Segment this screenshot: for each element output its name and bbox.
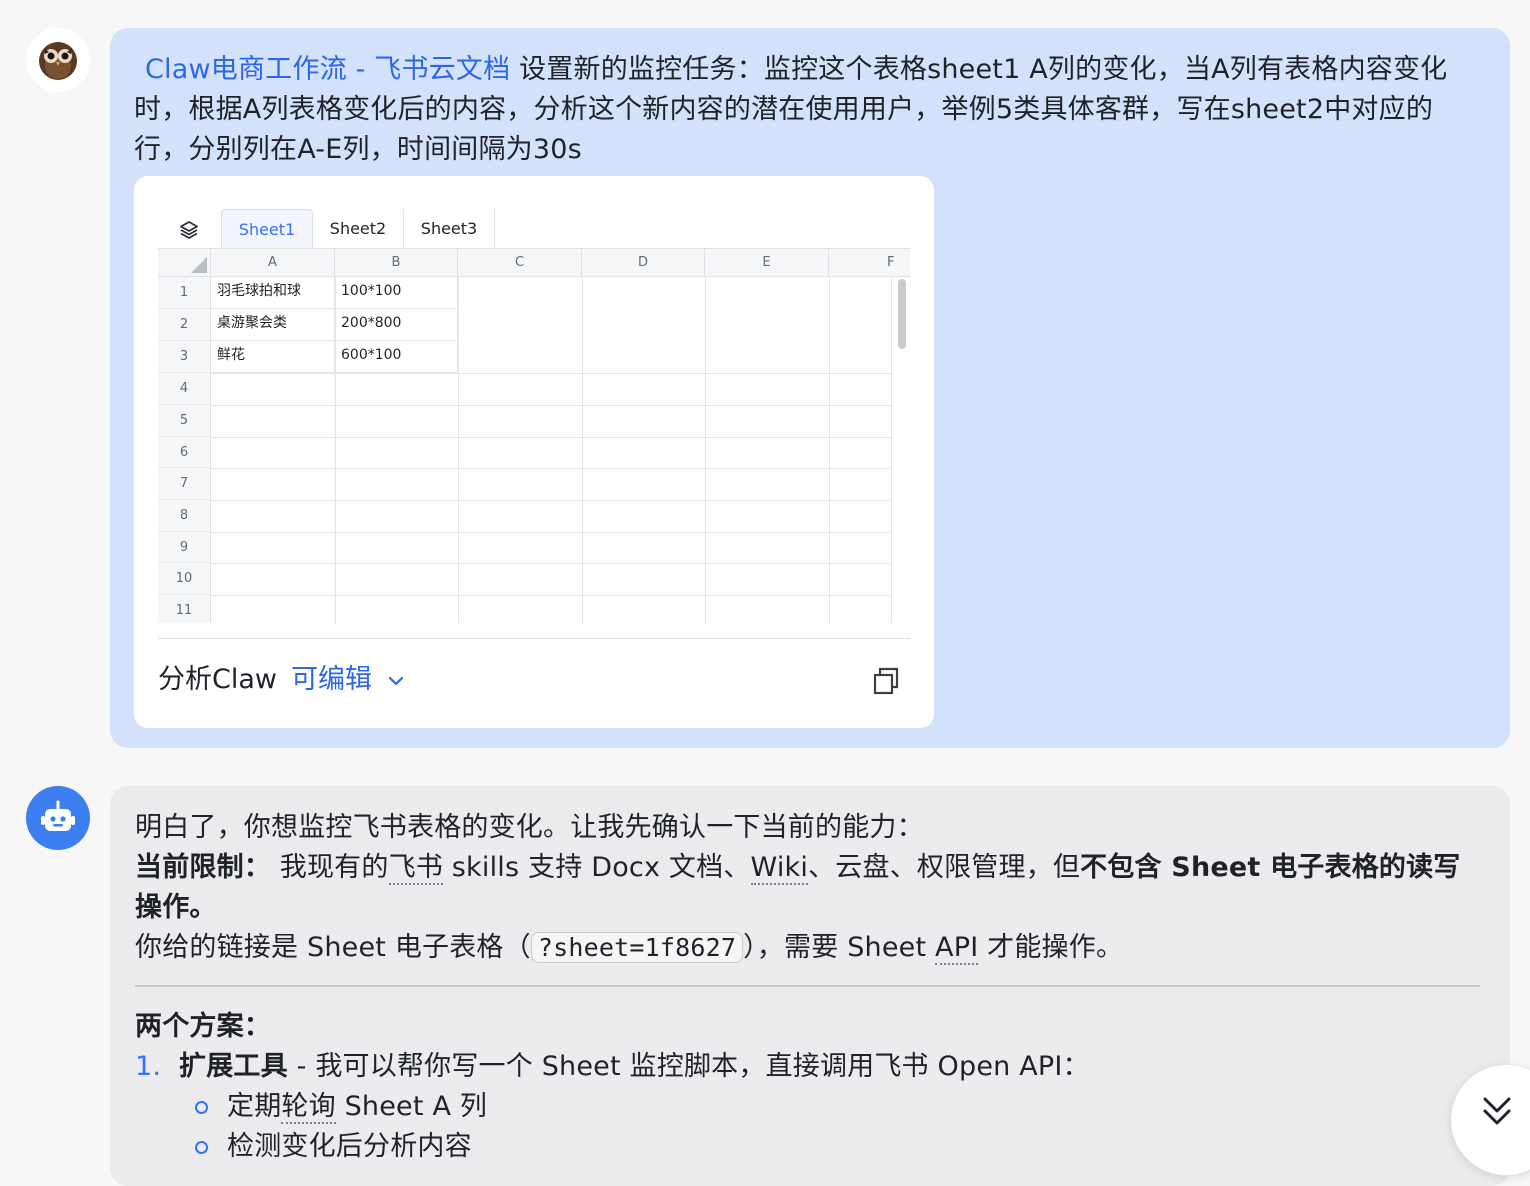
- row-header[interactable]: 2: [158, 309, 211, 341]
- user-avatar[interactable]: [26, 28, 90, 92]
- sub-text: Sheet A 列: [335, 1091, 488, 1122]
- column-header-f[interactable]: F: [829, 249, 910, 277]
- permission-dropdown[interactable]: 可编辑: [291, 664, 405, 695]
- limit-text: 。: [189, 892, 217, 923]
- bot-limit-paragraph: 当前限制： 我现有的飞书 skills 支持 Docx 文档、Wiki、云盘、权…: [135, 848, 1480, 928]
- column-header-b[interactable]: B: [335, 249, 458, 277]
- row-header[interactable]: 1: [158, 277, 211, 309]
- term-api[interactable]: API: [935, 932, 979, 965]
- column-header-c[interactable]: C: [458, 249, 582, 277]
- plan-text: - 我可以帮你写一个 Sheet 监控脚本，直接调用飞书 Open API：: [287, 1051, 1090, 1082]
- term-wiki[interactable]: Wiki: [750, 852, 809, 885]
- tab-sheet3[interactable]: Sheet3: [404, 209, 495, 249]
- link-text: ），需要 Sheet: [743, 932, 936, 963]
- corner-triangle-icon: [191, 257, 207, 273]
- row-header[interactable]: 11: [158, 595, 211, 623]
- plan-item-1: 1. 扩展工具 - 我可以帮你写一个 Sheet 监控脚本，直接调用飞书 Open…: [135, 1047, 1480, 1087]
- card-footer: 分析Claw 可编辑: [158, 662, 405, 698]
- column-header-a[interactable]: A: [211, 249, 335, 277]
- sub-text: 检测变化后分析内容: [227, 1131, 472, 1162]
- row-header[interactable]: 4: [158, 373, 211, 405]
- list-number: 1.: [135, 1051, 162, 1082]
- row-header[interactable]: 7: [158, 468, 211, 500]
- cell-a1[interactable]: 羽毛球拍和球: [211, 277, 335, 309]
- column-header-d[interactable]: D: [582, 249, 705, 277]
- bot-link-paragraph: 你给的链接是 Sheet 电子表格（ ?sheet=1f8627 ），需要 Shee…: [135, 928, 1480, 968]
- inline-code: ?sheet=1f8627: [530, 932, 744, 963]
- sub-item-1: 定期轮询 Sheet A 列: [135, 1087, 1480, 1127]
- row-header[interactable]: 3: [158, 341, 211, 373]
- row-header[interactable]: 6: [158, 437, 211, 468]
- limit-label: 当前限制：: [135, 852, 271, 883]
- select-all-corner[interactable]: [158, 249, 211, 277]
- sub-text: 定期: [227, 1091, 282, 1122]
- tab-sheet1[interactable]: Sheet1: [221, 209, 313, 249]
- copy-icon[interactable]: [872, 666, 900, 696]
- bot-avatar[interactable]: [26, 786, 90, 850]
- permission-label: 可编辑: [290, 664, 372, 695]
- limit-text: 、云盘、权限管理，但: [808, 852, 1081, 883]
- sub-item-2: 检测变化后分析内容: [135, 1127, 1480, 1167]
- owl-avatar-icon: [39, 42, 77, 80]
- doc-title: 分析Claw: [158, 664, 277, 695]
- spreadsheet-grid: A B C D E F 1 2 3 4 5 6 7 8 9 10 11 羽毛球拍…: [158, 248, 910, 623]
- sheet-tabs: Sheet1 Sheet2 Sheet3: [158, 209, 910, 249]
- cell-a3[interactable]: 鲜花: [211, 341, 335, 373]
- plans-title: 两个方案：: [135, 1011, 271, 1042]
- user-message-text: Claw电商工作流 - 飞书云文档 设置新的监控任务：监控这个表格sheet1 …: [134, 50, 1484, 170]
- limit-text: skills 支持 Docx 文档、: [443, 852, 751, 883]
- doc-link[interactable]: Claw电商工作流 - 飞书云文档: [145, 54, 510, 85]
- cell-b3[interactable]: 600*100: [335, 341, 458, 373]
- card-divider: [158, 638, 910, 639]
- row-header[interactable]: 8: [158, 500, 211, 532]
- column-header-e[interactable]: E: [705, 249, 829, 277]
- cell-b2[interactable]: 200*800: [335, 309, 458, 341]
- bot-message-bubble: 明白了，你想监控飞书表格的变化。让我先确认一下当前的能力： 当前限制： 我现有的…: [110, 786, 1510, 1186]
- chevron-down-icon: [388, 676, 403, 685]
- term-polling[interactable]: 轮询: [281, 1091, 336, 1124]
- doc-preview-card[interactable]: Sheet1 Sheet2 Sheet3 A B C D E F 1 2 3 4…: [134, 176, 934, 728]
- user-message-bubble: Claw电商工作流 - 飞书云文档 设置新的监控任务：监控这个表格sheet1 …: [110, 28, 1510, 748]
- row-header[interactable]: 9: [158, 532, 211, 563]
- limit-text: 我现有的: [271, 852, 389, 883]
- row-header[interactable]: 5: [158, 405, 211, 437]
- grid-scrollbar[interactable]: [898, 279, 906, 349]
- bot-intro: 明白了，你想监控飞书表格的变化。让我先确认一下当前的能力：: [135, 812, 924, 843]
- robot-icon: [41, 800, 75, 831]
- plan-title: 扩展工具: [179, 1051, 288, 1082]
- bullet-icon: [195, 1101, 208, 1114]
- row-header[interactable]: 10: [158, 563, 211, 595]
- layers-icon[interactable]: [178, 219, 200, 241]
- tab-sheet2[interactable]: Sheet2: [313, 209, 404, 249]
- link-text: 才能操作。: [978, 932, 1124, 963]
- divider: [135, 985, 1480, 987]
- double-chevron-down-icon: [1483, 1097, 1511, 1125]
- term-feishu[interactable]: 飞书: [388, 852, 443, 885]
- link-text: 你给的链接是 Sheet 电子表格（: [135, 932, 531, 963]
- cell-a2[interactable]: 桌游聚会类: [211, 309, 335, 341]
- cell-b1[interactable]: 100*100: [335, 277, 458, 309]
